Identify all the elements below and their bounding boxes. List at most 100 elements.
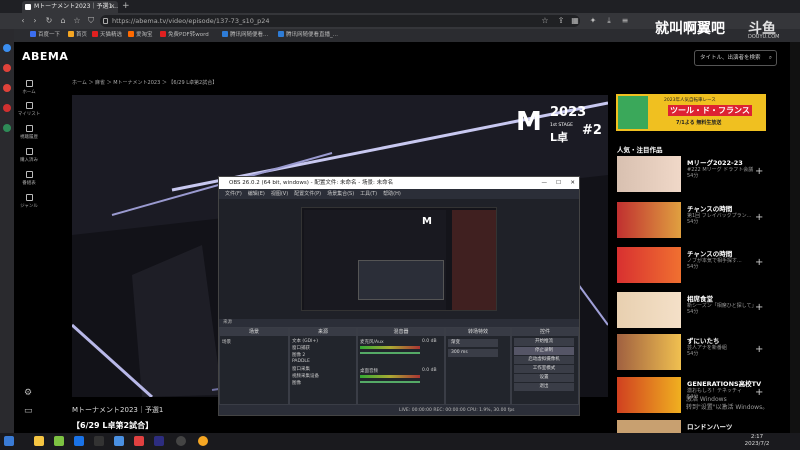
clock-icon (25, 125, 33, 132)
source-item[interactable]: 图像 2 (292, 352, 305, 358)
new-tab-button[interactable]: + (122, 0, 130, 12)
sidebar-item-mylist[interactable]: マイリスト (16, 102, 42, 117)
windows-start-icon[interactable] (4, 436, 14, 446)
file-explorer-icon[interactable] (34, 436, 44, 446)
add-icon[interactable]: + (755, 212, 763, 223)
reload-button[interactable]: ↻ (44, 13, 54, 29)
promo-banner[interactable]: 2023年人気自転車レース ツール・ド・フランス 7/1よる 無料生放送 (616, 94, 766, 131)
sidebar-item-history[interactable]: 視聴履歴 (16, 125, 42, 140)
share-icon[interactable]: ⇪ (556, 13, 566, 29)
sidebar-item-purchased[interactable]: 購入済み (16, 148, 42, 163)
settings-icon[interactable]: ⚙ (24, 388, 32, 398)
panel-header: 来源 (290, 328, 356, 336)
app-icon[interactable] (74, 436, 84, 446)
add-icon[interactable]: + (755, 166, 763, 177)
bookmark-item[interactable]: 腾讯网随便看直播_... (278, 29, 338, 42)
settings-button[interactable]: 设置 (514, 374, 574, 382)
source-item[interactable]: 文本 (GDI+) (292, 338, 318, 344)
menu-edit[interactable]: 编辑(E) (248, 191, 265, 197)
minimize-icon[interactable]: — (542, 177, 548, 189)
volume-slider[interactable] (360, 352, 420, 354)
studio-mode-button[interactable]: 工作室模式 (514, 365, 574, 373)
add-icon[interactable]: + (755, 344, 763, 355)
list-item[interactable]: チャンスの時間 ノブが本気で相手探す... 54分 + (617, 247, 787, 285)
browser-taskbar-icon[interactable] (198, 436, 208, 446)
list-item[interactable]: ロンドンハーツ (617, 420, 787, 433)
thumbnail (617, 202, 681, 238)
abema-favicon-icon (25, 4, 31, 10)
sources-panel: 来源 文本 (GDI+) 窗口捕获 图像 2 PADDLE 窗口采集 视频采集设… (289, 327, 357, 405)
sidebar-app-icon[interactable] (3, 64, 11, 72)
sidebar-item-home[interactable]: ホーム (16, 80, 42, 95)
menu-file[interactable]: 文件(F) (225, 191, 242, 197)
back-button[interactable]: ‹ (18, 13, 28, 29)
bookmark-item[interactable]: 爱淘宝 (128, 29, 153, 42)
sidebar-item-schedule[interactable]: 番組表 (16, 171, 42, 186)
system-clock[interactable]: 2:17 2023/7/2 (737, 434, 777, 448)
bookmark-button[interactable]: ☆ (72, 13, 82, 29)
add-icon[interactable]: + (755, 257, 763, 268)
star-icon[interactable]: ☆ (540, 13, 550, 29)
maximize-icon[interactable]: ☐ (556, 177, 561, 189)
transition-select[interactable]: 渐变 (448, 339, 498, 347)
app-icon[interactable] (154, 436, 164, 446)
grid-icon[interactable]: ▦ (570, 13, 580, 29)
search-box[interactable]: タイトル、出演者を検索 ⌕ (694, 50, 777, 66)
source-item[interactable]: 视频采集设备 (292, 373, 319, 379)
menu-profile[interactable]: 配置文件(P) (294, 191, 321, 197)
browser-tab[interactable]: Mトーナメント2023｜予選1... ✕ (22, 1, 118, 13)
bookmark-item[interactable]: 腾讯网随便看... (222, 29, 268, 42)
list-item[interactable]: ずにいたち 芸人アナを新番組 54分 + (617, 334, 787, 372)
bookmark-item[interactable]: 免费PDF转word (160, 29, 209, 42)
menu-tools[interactable]: 工具(T) (360, 191, 377, 197)
close-tab-icon[interactable]: ✕ (110, 1, 115, 13)
app-icon[interactable] (114, 436, 124, 446)
sidebar-app-icon[interactable] (3, 44, 11, 52)
source-item[interactable]: PADDLE (292, 359, 310, 364)
close-icon[interactable]: ✕ (570, 177, 575, 189)
add-icon[interactable]: + (755, 302, 763, 313)
obs-taskbar-icon[interactable] (176, 436, 186, 446)
source-item[interactable]: 窗口采集 (292, 366, 310, 372)
app-icon[interactable] (54, 436, 64, 446)
duration-input[interactable]: 300 ms (448, 349, 498, 357)
start-streaming-button[interactable]: 开始推流 (514, 338, 574, 346)
virtual-camera-button[interactable]: 启动虚拟摄像机 (514, 356, 574, 364)
source-item[interactable]: 图像 (292, 380, 301, 386)
shield-icon[interactable]: ⛉ (86, 13, 96, 29)
app-icon[interactable] (134, 436, 144, 446)
volume-slider[interactable] (360, 381, 420, 383)
menu-help[interactable]: 帮助(H) (383, 191, 401, 197)
obs-title-bar[interactable]: OBS 26.0.2 (64 bit, windows) - 配置文件: 未命名… (219, 177, 579, 189)
menu-scene-collection[interactable]: 场景集合(S) (327, 191, 354, 197)
menu-view[interactable]: 视图(V) (271, 191, 288, 197)
card-icon[interactable]: ▭ (24, 406, 33, 416)
sidebar-item-genre[interactable]: ジャンル (16, 194, 42, 209)
obs-window[interactable]: OBS 26.0.2 (64 bit, windows) - 配置文件: 未命名… (218, 176, 580, 416)
page-scrollbar[interactable] (790, 42, 800, 433)
banner-line1: 2023年人気自転車レース (664, 98, 716, 103)
sidebar-app-icon[interactable] (3, 124, 11, 132)
bookmark-item[interactable]: 百度一下 (30, 29, 60, 42)
address-bar[interactable]: https://abema.tv/video/episode/137-73_s1… (100, 15, 580, 27)
steam-icon[interactable] (94, 436, 104, 446)
stream-watermark: 就叫啊翼吧 (655, 21, 725, 37)
exit-button[interactable]: 退出 (514, 383, 574, 391)
sidebar-app-icon[interactable] (3, 84, 11, 92)
list-item[interactable]: チャンスの時間 第1回 フレイバックプラン... 54分 + (617, 202, 787, 240)
abema-logo[interactable]: ABEMA (22, 50, 68, 63)
bookmark-item[interactable]: 天猫精选 (92, 29, 122, 42)
forward-button[interactable]: › (30, 13, 40, 29)
stop-recording-button[interactable]: 停止录制 (514, 347, 574, 355)
download-icon[interactable]: ⤓ (604, 13, 614, 29)
home-button[interactable]: ⌂ (58, 13, 68, 29)
list-item[interactable]: Mリーグ2022-23 #222 Mリーグ ドラフト会議 54分 + (617, 156, 787, 194)
extension-icon[interactable]: ✦ (588, 13, 598, 29)
list-item[interactable]: 相席食堂 新シーズン「相席ひと探して」 54分 + (617, 292, 787, 330)
obs-preview[interactable]: M (219, 199, 579, 319)
sidebar-app-icon[interactable] (3, 104, 11, 112)
scene-item[interactable]: 场景 (222, 339, 231, 345)
source-item[interactable]: 窗口捕获 (292, 345, 310, 351)
bookmark-item[interactable]: 首页 (68, 29, 87, 42)
menu-icon[interactable]: ≡ (620, 13, 630, 29)
